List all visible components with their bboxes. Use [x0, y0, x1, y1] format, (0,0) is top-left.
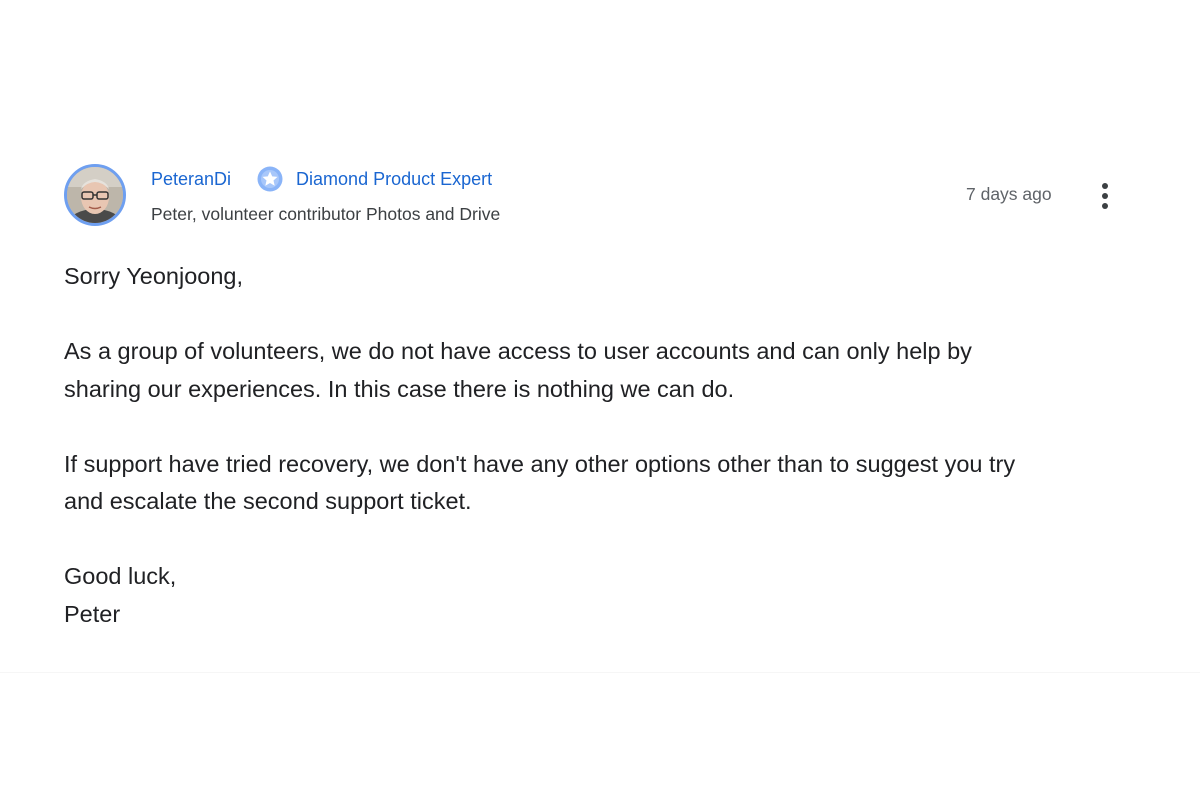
reply-paragraph-1: As a group of volunteers, we do not have… [64, 333, 1164, 408]
reply-closing: Good luck, [64, 563, 177, 589]
reply-signature: Peter [64, 600, 121, 627]
author-name-link[interactable]: PeteranDi [151, 169, 231, 190]
reply-paragraph-2-line-1: If support have tried recovery, we don't… [64, 450, 1016, 477]
author-subtitle: Peter, volunteer contributor Photos and … [151, 204, 501, 224]
reply-signoff: Good luck, Peter [64, 558, 1164, 633]
reply-paragraph-1-line-2: sharing our experiences. In this case th… [64, 375, 735, 402]
reply-paragraph-2: If support have tried recovery, we don't… [64, 446, 1164, 521]
more-vert-icon [1102, 183, 1108, 209]
author-line: PeteranDi Diamond Product Expert [151, 166, 492, 192]
badge-label[interactable]: Diamond Product Expert [296, 169, 492, 190]
reply-paragraph-2-line-2: and escalate the second support ticket. [64, 488, 472, 514]
avatar[interactable] [64, 164, 126, 226]
diamond-badge-icon [257, 166, 283, 192]
reply-body: Sorry Yeonjoong, As a group of volunteer… [64, 258, 1164, 633]
post-timestamp: 7 days ago [966, 184, 1052, 204]
user-avatar-icon [67, 167, 123, 223]
reply-paragraph-1-line-1: As a group of volunteers, we do not have… [64, 338, 972, 364]
forum-reply-card: PeteranDi Diamond Product Expert Peter, … [0, 0, 1200, 673]
more-options-button[interactable] [1090, 178, 1120, 214]
reply-greeting: Sorry Yeonjoong, [64, 263, 244, 289]
